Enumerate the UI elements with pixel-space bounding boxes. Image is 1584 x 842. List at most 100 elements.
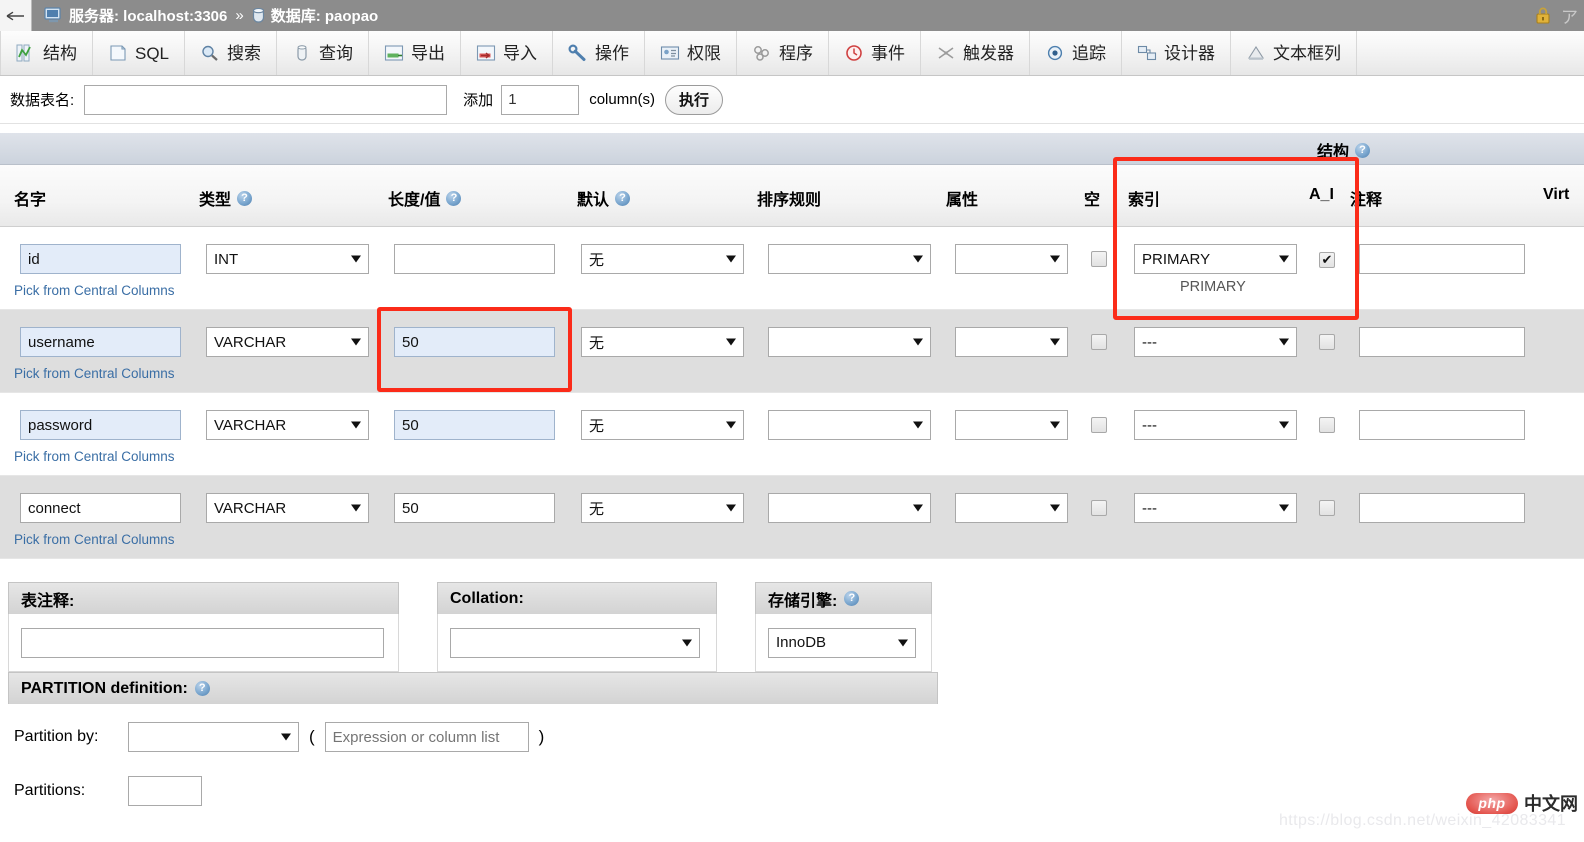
operations-icon [568,44,588,62]
phpmyadmin-create-table-page: 服务器: localhost:3306 » 数据库: paopao ア [0,0,1584,842]
column-null-checkbox-0[interactable] [1091,251,1107,272]
partition-paren-close: ) [539,727,545,747]
help-icon-partition[interactable]: ? [195,681,210,696]
tab-designer[interactable]: 设计器 [1122,31,1231,75]
num-columns-input[interactable] [501,85,579,115]
column-default-select-2[interactable]: 无 [581,410,744,440]
tab-export[interactable]: 导出 [369,31,461,75]
tab-triggers[interactable]: 触发器 [921,31,1030,75]
tab-structure[interactable]: 结构 [0,31,93,75]
column-type-select-1[interactable]: VARCHAR [206,327,369,357]
column-index-select-0[interactable]: PRIMARY [1134,244,1297,274]
tab-routines[interactable]: 程序 [737,31,829,75]
tab-import[interactable]: 导入 [461,31,553,75]
tab-tracking[interactable]: 追踪 [1030,31,1122,75]
column-length-input-0[interactable] [394,244,555,274]
tab-import-label: 导入 [503,45,537,62]
help-icon-storage-engine[interactable]: ? [844,591,859,606]
partitions-count-input[interactable] [128,776,202,806]
column-length-input-2[interactable] [394,410,555,440]
column-ai-checkbox-2[interactable] [1319,417,1335,438]
column-type-select-2[interactable]: VARCHAR [206,410,369,440]
help-icon-default[interactable]: ? [615,191,630,206]
column-name-input-1[interactable] [20,327,181,357]
column-attributes-select-3[interactable] [955,493,1068,523]
column-null-checkbox-2[interactable] [1091,417,1107,438]
tab-search[interactable]: 搜索 [185,31,277,75]
pick-from-central-columns-0[interactable]: Pick from Central Columns [14,283,175,298]
column-default-select-0[interactable]: 无 [581,244,744,274]
breadcrumb-database[interactable]: 数据库: paopao [271,5,379,26]
column-collation-select-0[interactable] [768,244,931,274]
help-icon-length[interactable]: ? [446,191,461,206]
column-name-input-2[interactable] [20,410,181,440]
back-button[interactable] [0,0,32,31]
column-comments-input-1[interactable] [1359,327,1525,357]
column-ai-checkbox-3[interactable] [1319,500,1335,521]
php-logo-icon: php [1466,793,1518,814]
partition-by-select[interactable] [128,722,299,752]
column-comments-input-0[interactable] [1359,244,1525,274]
column-type-select-0[interactable]: INT [206,244,369,274]
column-comments-input-3[interactable] [1359,493,1525,523]
column-name-input-3[interactable] [20,493,181,523]
column-type-value-0: INT [214,251,238,268]
header-type: 类型 ? [199,186,252,210]
table-name-label: 数据表名: [0,89,84,110]
header-ai: A_I [1309,186,1334,204]
tab-events[interactable]: 事件 [829,31,921,75]
column-collation-select-3[interactable] [768,493,931,523]
column-attributes-select-0[interactable] [955,244,1068,274]
designer-icon [1137,44,1157,62]
pick-from-central-columns-3[interactable]: Pick from Central Columns [14,532,175,547]
column-ai-checkbox-1[interactable] [1319,334,1335,355]
column-default-select-1[interactable]: 无 [581,327,744,357]
storage-engine-select[interactable]: InnoDB [768,628,916,658]
tab-operations[interactable]: 操作 [553,31,645,75]
table-comments-body [8,614,399,672]
tab-query[interactable]: 查询 [277,31,369,75]
partitions-row: Partitions: [14,776,202,806]
column-attributes-select-1[interactable] [955,327,1068,357]
tab-privileges[interactable]: 权限 [645,31,737,75]
tab-tracking-label: 追踪 [1072,45,1106,62]
table-comments-input[interactable] [21,628,384,658]
titlebar-right-icons: ア [1533,0,1584,31]
column-collation-select-2[interactable] [768,410,931,440]
column-length-input-3[interactable] [394,493,555,523]
column-index-select-2[interactable]: --- [1134,410,1297,440]
tab-operations-label: 操作 [595,45,629,62]
column-default-value-2: 无 [589,415,604,436]
tab-sql[interactable]: SQL [93,31,185,75]
table-row: INT 无 PRIMARY Pick from Central Colum [0,227,1584,310]
column-index-select-1[interactable]: --- [1134,327,1297,357]
partition-by-label: Partition by: [14,728,118,746]
go-button[interactable]: 执行 [665,85,723,115]
column-comments-input-2[interactable] [1359,410,1525,440]
column-type-select-3[interactable]: VARCHAR [206,493,369,523]
primary-index-hint-0: PRIMARY [1180,279,1246,295]
structure-group-label-wrap: 结构 ? [1317,138,1370,162]
help-icon-type[interactable]: ? [237,191,252,206]
header-ai-label: A_I [1309,186,1334,204]
collation-select[interactable] [450,628,700,658]
column-null-checkbox-1[interactable] [1091,334,1107,355]
pick-from-central-columns-2[interactable]: Pick from Central Columns [14,449,175,464]
help-icon-structure[interactable]: ? [1355,143,1370,158]
column-null-checkbox-3[interactable] [1091,500,1107,521]
lock-icon[interactable] [1533,6,1553,25]
column-definition-table: 结构 ? 名字 类型 ? 长度/值 ? 默认 ? 排序规则 [0,133,1584,559]
tab-text-columns[interactable]: 文本框列 [1231,31,1357,75]
column-attributes-select-2[interactable] [955,410,1068,440]
pick-from-central-columns-1[interactable]: Pick from Central Columns [14,366,175,381]
column-index-select-3[interactable]: --- [1134,493,1297,523]
column-ai-checkbox-0[interactable] [1319,251,1335,269]
partition-expression-input[interactable] [325,722,529,752]
header-index-label: 索引 [1128,186,1160,210]
column-default-select-3[interactable]: 无 [581,493,744,523]
column-name-input-0[interactable] [20,244,181,274]
breadcrumb-server[interactable]: 服务器: localhost:3306 [69,5,227,26]
table-name-input[interactable] [84,85,447,115]
column-length-input-1[interactable] [394,327,555,357]
column-collation-select-1[interactable] [768,327,931,357]
